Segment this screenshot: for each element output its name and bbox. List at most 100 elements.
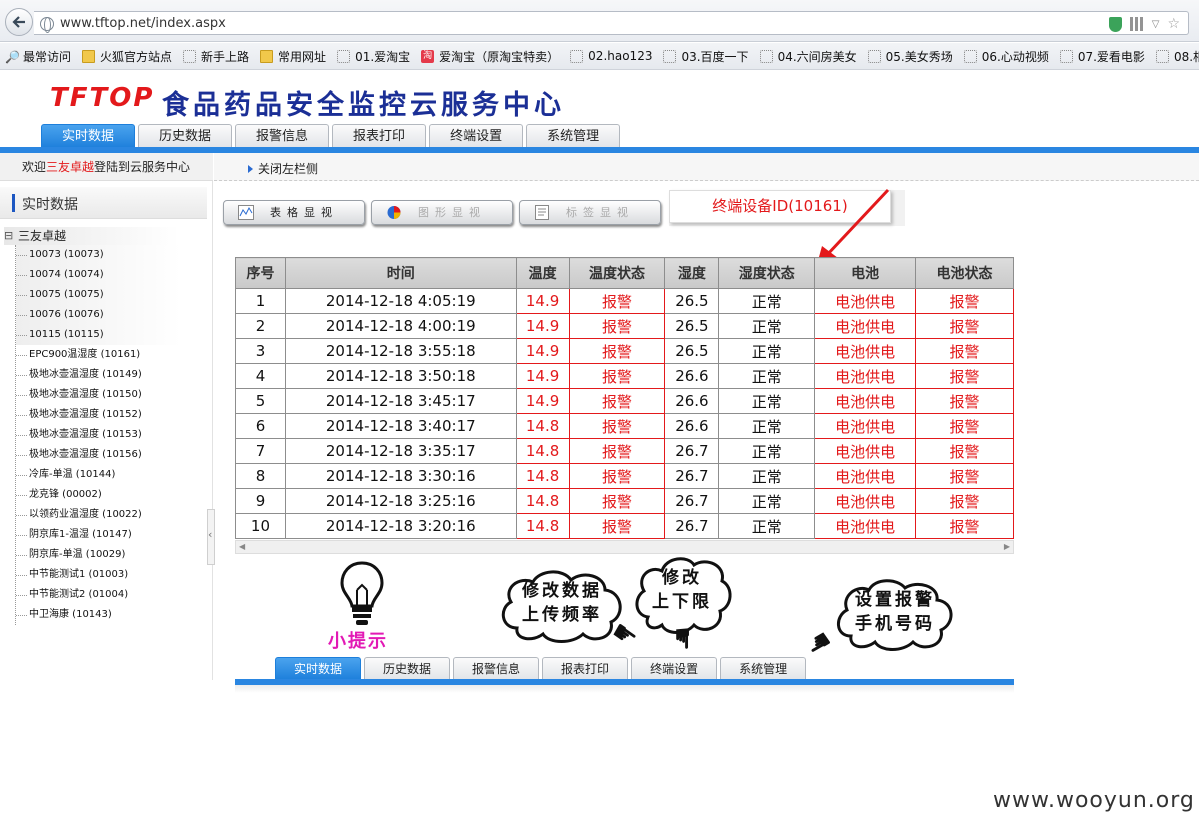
tree-item[interactable]: 极地冰壶温湿度 (10150) xyxy=(16,385,209,405)
bookmark-item[interactable]: 🔎 最常访问 xyxy=(0,48,77,65)
tree-item[interactable]: 10075 (10075) xyxy=(16,285,181,305)
table-cell: 报警 xyxy=(915,363,1014,389)
tree-item[interactable]: 极地冰壶温湿度 (10152) xyxy=(16,405,209,425)
table-cell: 2 xyxy=(235,313,286,339)
table-cell: 报警 xyxy=(915,513,1014,539)
bookmark-label: 04.六间房美女 xyxy=(777,49,857,64)
bookmark-label: 06.心动视频 xyxy=(981,49,1049,64)
tab-5[interactable]: 系统管理 xyxy=(526,124,621,148)
scroll-left-icon[interactable]: ◀ xyxy=(239,541,245,553)
tree-root[interactable]: 三友卓越 xyxy=(4,227,179,245)
bookmark-item[interactable]: 03.百度一下 xyxy=(658,48,754,65)
tab-5[interactable]: 系统管理 xyxy=(720,657,807,680)
tree-item[interactable]: 极地冰壶温湿度 (10156) xyxy=(16,445,209,465)
tree-item[interactable]: 阴京库-单温 (10029) xyxy=(16,545,209,565)
bookmark-star-icon[interactable]: ☆ xyxy=(1167,16,1180,32)
bookmark-item[interactable]: 07.爱看电影 xyxy=(1055,48,1151,65)
tab-4[interactable]: 终端设置 xyxy=(631,657,718,680)
horizontal-scrollbar[interactable]: ◀ ▶ xyxy=(235,540,1014,554)
column-header[interactable]: 湿度 xyxy=(664,257,720,289)
table-cell: 电池供电 xyxy=(814,488,917,514)
table-row[interactable]: 4 2014-12-18 3:50:18 14.9 报警 26.6 正常 电池供电 报警 xyxy=(235,363,1014,389)
tree-item[interactable]: 10115 (10115) xyxy=(16,325,181,345)
tree-item[interactable]: 极地冰壶温湿度 (10149) xyxy=(16,365,209,385)
view-button-2[interactable]: 标签显视 xyxy=(519,200,661,225)
sidebar-collapse-handle[interactable] xyxy=(207,509,215,565)
tab-3[interactable]: 报表打印 xyxy=(542,657,629,680)
bookmark-item[interactable]: 淘爱淘宝（原淘宝特卖） xyxy=(416,48,565,65)
back-button[interactable] xyxy=(5,8,33,36)
table-row[interactable]: 5 2014-12-18 3:45:17 14.9 报警 26.6 正常 电池供电 报警 xyxy=(235,388,1014,414)
scroll-right-icon[interactable]: ▶ xyxy=(1004,541,1010,553)
tree-item[interactable]: 中节能测试1 (01003) xyxy=(16,565,209,585)
bookmark-item[interactable]: 05.美女秀场 xyxy=(863,48,959,65)
tree-item[interactable]: 中卫海康 (10143) xyxy=(16,605,209,625)
tree-item[interactable]: 龙克锋 (00002) xyxy=(16,485,209,505)
close-sidebar-link[interactable]: 关闭左栏侧 xyxy=(248,160,318,177)
table-cell: 正常 xyxy=(718,513,816,539)
tab-1[interactable]: 历史数据 xyxy=(364,657,451,680)
tree-item[interactable]: EPC900温湿度 (10161) xyxy=(16,345,209,365)
table-cell: 报警 xyxy=(915,388,1014,414)
column-header[interactable]: 电池 xyxy=(814,257,917,289)
view-button-0[interactable]: 表格显视 xyxy=(223,200,365,225)
bookmark-item[interactable]: 火狐官方站点 xyxy=(77,48,178,65)
column-header[interactable]: 电池状态 xyxy=(915,257,1014,289)
table-cell: 报警 xyxy=(568,438,666,464)
site-header: TFTOP 食品药品安全监控云服务中心 实时数据 历史数据 报警信息 报表打印 终端设置… xyxy=(0,71,1199,153)
tab-0[interactable]: 实时数据 xyxy=(275,657,362,680)
table-row[interactable]: 2 2014-12-18 4:00:19 14.9 报警 26.5 正常 电池供电 报警 xyxy=(235,313,1014,339)
welcome-message: 欢迎三友卓越登陆到云服务中心 xyxy=(0,153,213,181)
device-tree: 三友卓越 10073 (10073)10074 (10074)10075 (10… xyxy=(4,227,209,625)
column-header[interactable]: 温度状态 xyxy=(568,257,666,289)
tip-cloud-upload-frequency: 修改数据 上传频率 xyxy=(497,568,627,644)
table-row[interactable]: 9 2014-12-18 3:25:16 14.8 报警 26.7 正常 电池供电 报警 xyxy=(235,488,1014,514)
address-bar[interactable]: www.tftop.net/index.aspx ▽ ☆ xyxy=(34,11,1189,35)
bookmark-item[interactable]: 01.爱淘宝 xyxy=(332,48,416,65)
browser-toolbar: www.tftop.net/index.aspx ▽ ☆ xyxy=(0,0,1199,42)
column-header[interactable]: 时间 xyxy=(284,257,517,289)
main-nav-tabs: 实时数据 历史数据 报警信息 报表打印 终端设置 系统管理 xyxy=(41,124,621,148)
bookmark-item[interactable]: 02.hao123 xyxy=(565,49,658,63)
table-row[interactable]: 6 2014-12-18 3:40:17 14.8 报警 26.6 正常 电池供电 报警 xyxy=(235,413,1014,439)
tab-2[interactable]: 报警信息 xyxy=(453,657,540,680)
table-row[interactable]: 1 2014-12-18 4:05:19 14.9 报警 26.5 正常 电池供电 报警 xyxy=(235,288,1014,314)
table-row[interactable]: 3 2014-12-18 3:55:18 14.9 报警 26.5 正常 电池供电 报警 xyxy=(235,338,1014,364)
tree-item[interactable]: 阴京库1-温湿 (10147) xyxy=(16,525,209,545)
tab-1[interactable]: 历史数据 xyxy=(138,124,233,148)
table-row[interactable]: 8 2014-12-18 3:30:16 14.8 报警 26.7 正常 电池供电 报警 xyxy=(235,463,1014,489)
tree-item[interactable]: 中节能测试2 (01004) xyxy=(16,585,209,605)
table-cell: 电池供电 xyxy=(814,363,917,389)
cloud-text-line1: 设置报警 xyxy=(855,590,935,610)
qr-code-icon[interactable] xyxy=(1129,17,1144,31)
bookmark-item[interactable]: 06.心动视频 xyxy=(959,48,1055,65)
tree-item[interactable]: 10074 (10074) xyxy=(16,265,181,285)
table-cell: 正常 xyxy=(718,413,816,439)
bookmark-label: 02.hao123 xyxy=(588,49,653,63)
table-cell: 正常 xyxy=(718,463,816,489)
table-row[interactable]: 10 2014-12-18 3:20:16 14.8 报警 26.7 正常 电池供电 报警 xyxy=(235,513,1014,539)
tab-4[interactable]: 终端设置 xyxy=(429,124,524,148)
table-row[interactable]: 7 2014-12-18 3:35:17 14.8 报警 26.7 正常 电池供电 报警 xyxy=(235,438,1014,464)
tab-0[interactable]: 实时数据 xyxy=(41,124,136,148)
column-header[interactable]: 序号 xyxy=(235,257,286,289)
tab-3[interactable]: 报表打印 xyxy=(332,124,427,148)
page-icon xyxy=(570,49,584,63)
tree-item[interactable]: 10076 (10076) xyxy=(16,305,181,325)
bookmark-item[interactable]: 08.相亲网 xyxy=(1151,48,1199,65)
tab-2[interactable]: 报警信息 xyxy=(235,124,330,148)
bookmark-item[interactable]: 常用网址 xyxy=(255,48,332,65)
tree-item[interactable]: 极地冰壶温湿度 (10153) xyxy=(16,425,209,445)
view-button-1[interactable]: 图形显视 xyxy=(371,200,513,225)
tree-item[interactable]: 10073 (10073) xyxy=(16,245,181,265)
tree-item[interactable]: 以领药业温湿度 (10022) xyxy=(16,505,209,525)
bookmark-item[interactable]: 新手上路 xyxy=(178,48,255,65)
tree-item[interactable]: 冷库-单温 (10144) xyxy=(16,465,209,485)
bookmark-item[interactable]: 04.六间房美女 xyxy=(755,48,863,65)
dropdown-icon[interactable]: ▽ xyxy=(1152,19,1160,30)
column-header[interactable]: 湿度状态 xyxy=(718,257,816,289)
table-cell: 2014-12-18 4:05:19 xyxy=(284,288,517,314)
page-icon xyxy=(867,49,881,63)
shield-icon[interactable] xyxy=(1108,16,1122,32)
column-header[interactable]: 温度 xyxy=(515,257,570,289)
